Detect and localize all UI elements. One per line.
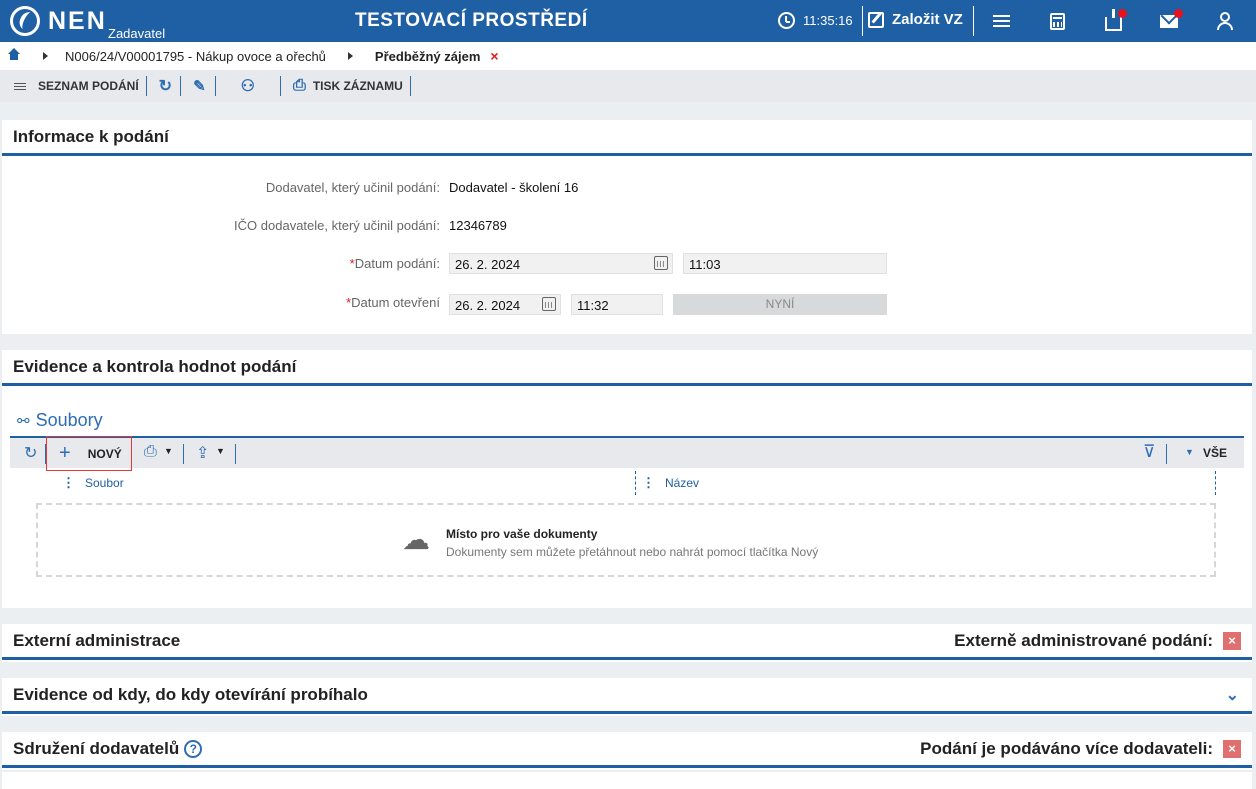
column-menu-icon[interactable]: ⋮ <box>62 475 75 491</box>
opening-date-label: *Datum otevření <box>346 295 440 310</box>
ico-value: 12346789 <box>449 218 507 233</box>
chevron-down-icon[interactable]: ▼ <box>1185 447 1194 457</box>
breadcrumb: N006/24/V00001795 - Nákup ovoce a ořechů… <box>0 42 1256 70</box>
mail-notification-dot <box>1174 9 1183 18</box>
chevron-down-icon[interactable]: ▼ <box>164 446 173 456</box>
edit-icon <box>868 11 884 28</box>
session-time: 11:35:16 <box>803 13 853 28</box>
award-icon[interactable]: ⚇ <box>241 76 255 96</box>
association-panel-title: Sdružení dodavatelů <box>13 738 180 758</box>
ico-label: IČO dodavatele, který učinil podání: <box>234 218 440 233</box>
printer-icon: ⎙ <box>293 77 306 94</box>
list-button[interactable]: SEZNAM PODÁNÍ <box>14 79 139 93</box>
logo-text: NEN <box>48 6 107 35</box>
environment-title: TESTOVACÍ PROSTŘEDÍ <box>355 10 588 31</box>
view-all-label[interactable]: VŠE <box>1203 446 1227 460</box>
opening-period-header[interactable]: Evidence od kdy, do kdy otevírání probíh… <box>2 678 1252 714</box>
opening-period-panel: Evidence od kdy, do kdy otevírání probíh… <box>2 678 1252 716</box>
multiple-suppliers-label: Podání je podáváno více dodavateli: <box>920 738 1213 758</box>
export-icon[interactable]: ⇪ <box>196 443 209 463</box>
action-toolbar: SEZNAM PODÁNÍ ↻ ✎ ⚇ ⎙ TISK ZÁZNAMU <box>0 70 1256 102</box>
logo-subtitle: Zadavatel <box>108 26 166 41</box>
refresh-icon[interactable]: ↻ <box>159 76 172 96</box>
evidence-panel: Evidence a kontrola hodnot podání ⚯ Soub… <box>2 350 1252 608</box>
new-file-button[interactable]: + NOVÝ <box>46 436 132 471</box>
submission-time-field[interactable]: 11:03 <box>683 253 887 274</box>
calendar-icon[interactable] <box>654 256 668 270</box>
home-icon[interactable] <box>7 48 21 62</box>
toolbar-divider <box>235 444 236 464</box>
list-label: SEZNAM PODÁNÍ <box>38 79 139 93</box>
breadcrumb-item-contract[interactable]: N006/24/V00001795 - Nákup ovoce a ořechů <box>65 49 326 64</box>
toolbar-divider <box>183 444 184 464</box>
close-icon[interactable]: × <box>490 48 498 64</box>
breadcrumb-item-current: Předběžný zájem <box>374 48 481 64</box>
association-panel: Sdružení dodavatelů ? Podání je podáváno… <box>2 732 1252 770</box>
supplier-value: Dodavatel - školení 16 <box>449 180 579 195</box>
submission-date-field[interactable]: 26. 2. 2024 <box>449 253 673 274</box>
multiple-suppliers-checkbox[interactable]: × <box>1223 739 1241 758</box>
external-panel-header[interactable]: Externí administrace Externě administrov… <box>2 624 1252 660</box>
files-toolbar: ↻ + NOVÝ ⎙ ▼ ⇪ ▼ ⊽ ▼ VŠE <box>10 436 1244 471</box>
session-clock: 11:35:16 <box>778 12 853 29</box>
refresh-icon[interactable]: ↻ <box>24 443 37 463</box>
toolbar-divider <box>180 76 182 96</box>
submission-date-label: *Datum podání: <box>349 256 440 271</box>
external-admin-label: Externě administrované podání: <box>954 630 1213 650</box>
top-header: NEN Zadavatel TESTOVACÍ PROSTŘEDÍ 11:35:… <box>0 0 1256 42</box>
print-record-label: TISK ZÁZNAMU <box>312 79 403 93</box>
clock-icon <box>778 12 795 29</box>
toolbar-divider <box>145 76 147 96</box>
drop-zone-text: Dokumenty sem můžete přetáhnout nebo nah… <box>446 545 819 559</box>
pencil-icon[interactable]: ✎ <box>193 77 206 95</box>
chevron-right-icon <box>347 52 353 60</box>
external-admin-checkbox[interactable]: × <box>1223 631 1241 650</box>
toolbar-divider <box>214 76 216 96</box>
list-icon <box>14 81 26 92</box>
chevron-down-icon[interactable]: ▼ <box>216 446 225 456</box>
create-vz-label: Založit VZ <box>892 11 963 28</box>
file-drop-zone[interactable]: ☁ Místo pro vaše dokumenty Dokumenty sem… <box>36 503 1216 577</box>
inbox-notification-dot <box>1118 9 1127 18</box>
column-header-name[interactable]: ⋮ Název <box>642 471 1216 495</box>
menu-icon[interactable] <box>990 10 1012 32</box>
chevron-right-icon <box>43 52 48 60</box>
header-divider <box>862 6 863 36</box>
print-record-button[interactable]: ⎙ TISK ZÁZNAMU <box>293 77 403 95</box>
nen-logo[interactable]: NEN <box>10 5 107 37</box>
external-panel-title: Externí administrace <box>13 630 181 650</box>
attachment-icon: ⚯ <box>17 412 30 430</box>
new-file-label: NOVÝ <box>87 446 122 461</box>
next-panel-edge <box>2 772 1252 789</box>
info-panel: Informace k podání Dodavatel, který učin… <box>2 120 1252 334</box>
files-section-title: ⚯ Soubory <box>17 410 103 430</box>
toolbar-divider <box>409 76 411 96</box>
cloud-upload-icon: ☁ <box>402 524 430 555</box>
toolbar-divider <box>280 76 281 96</box>
logo-icon <box>10 6 40 36</box>
printer-icon[interactable]: ⎙ <box>144 443 157 461</box>
drop-zone-title: Místo pro vaše dokumenty <box>446 527 598 541</box>
toolbar-divider <box>1166 444 1167 464</box>
column-menu-icon[interactable]: ⋮ <box>642 475 655 491</box>
header-divider <box>973 6 974 36</box>
user-icon[interactable] <box>1214 10 1236 32</box>
calculator-icon[interactable] <box>1046 10 1068 32</box>
plus-icon: + <box>59 442 71 464</box>
filter-icon[interactable]: ⊽ <box>1143 442 1155 462</box>
supplier-label: Dodavatel, který učinil podání: <box>265 180 440 195</box>
opening-time-field[interactable]: 11:32 <box>571 294 663 315</box>
opening-period-title: Evidence od kdy, do kdy otevírání probíh… <box>13 684 368 704</box>
calendar-icon[interactable] <box>542 297 556 311</box>
info-panel-title: Informace k podání <box>2 120 1252 156</box>
column-header-file[interactable]: ⋮ Soubor <box>62 471 636 495</box>
association-panel-header[interactable]: Sdružení dodavatelů ? Podání je podáváno… <box>2 732 1252 768</box>
evidence-panel-title: Evidence a kontrola hodnot podání <box>2 350 1252 386</box>
chevron-down-icon[interactable]: ⌄ <box>1226 685 1239 705</box>
now-button[interactable]: NYNÍ <box>673 294 887 315</box>
help-icon[interactable]: ? <box>184 739 203 758</box>
external-panel: Externí administrace Externě administrov… <box>2 624 1252 662</box>
create-vz-button[interactable]: Založit VZ <box>868 11 963 28</box>
